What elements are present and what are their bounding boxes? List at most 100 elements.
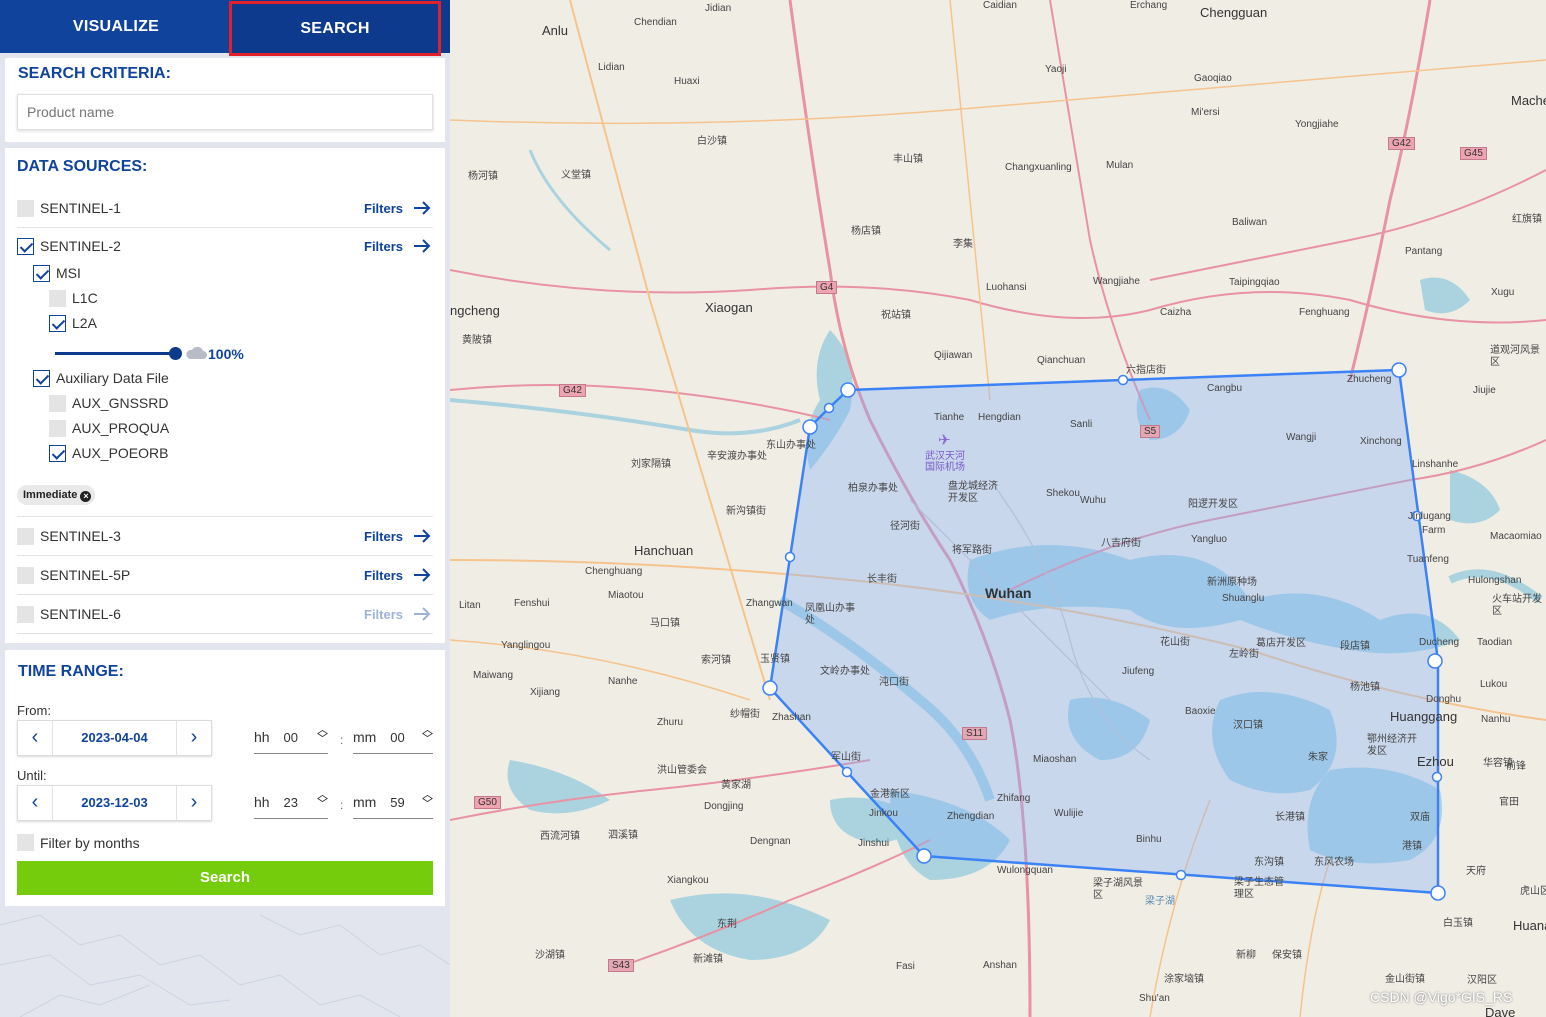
tab-visualize[interactable]: VISUALIZE bbox=[0, 0, 232, 53]
map-label-miaotou: Miaotou bbox=[608, 590, 644, 601]
sentinel-2-checkbox[interactable] bbox=[17, 238, 34, 255]
map-label-xijiang: Xijiang bbox=[530, 687, 561, 698]
map-label-tianfu: 天府 bbox=[1466, 866, 1486, 877]
until-hour-input[interactable]: hh 23 ︿ ﹀ bbox=[254, 790, 328, 819]
map-label-junshan: 军山街 bbox=[831, 752, 861, 763]
map-label-yongjiahe: Yongjiahe bbox=[1295, 119, 1339, 130]
map-label-wuhu: Wuhu bbox=[1080, 495, 1106, 506]
from-minute-input[interactable]: mm 00 ︿ ﹀ bbox=[353, 725, 433, 754]
arrow-right-icon[interactable] bbox=[413, 529, 431, 543]
sentinel-2-filters-link[interactable]: Filters bbox=[364, 239, 403, 254]
data-sources-title: DATA SOURCES: bbox=[17, 158, 148, 175]
from-date-picker[interactable]: ‹ 2023-04-04 › bbox=[17, 720, 212, 756]
arrow-right-icon[interactable] bbox=[413, 201, 431, 215]
msi-checkbox[interactable] bbox=[33, 265, 50, 282]
sentinel-3-filters-link[interactable]: Filters bbox=[364, 529, 403, 544]
arrow-right-icon[interactable] bbox=[413, 239, 431, 253]
time-range-card: TIME RANGE: From: ‹ 2023-04-04 › hh 00 ︿… bbox=[5, 650, 445, 906]
map-label-dongjing-cn: 东荆 bbox=[717, 919, 737, 930]
source-row-sentinel-6: SENTINEL-6 Filters bbox=[17, 595, 433, 634]
airport-icon: ✈ bbox=[938, 432, 951, 449]
close-circle-icon[interactable]: × bbox=[80, 491, 92, 502]
map-label-mulan: Mulan bbox=[1106, 160, 1134, 171]
source-row-sentinel-1: SENTINEL-1 Filters bbox=[17, 189, 433, 228]
cloud-icon bbox=[186, 346, 207, 359]
cloud-cover-slider-handle[interactable] bbox=[169, 347, 182, 360]
aux-poeorb-checkbox[interactable] bbox=[49, 445, 66, 462]
map-label-zhuodao: 纱帽街 bbox=[730, 709, 760, 720]
filter-by-months-checkbox[interactable] bbox=[17, 834, 34, 851]
map-label-binhu: Binhu bbox=[1136, 834, 1162, 845]
map-label-zhucheng: Zhucheng bbox=[1347, 374, 1392, 385]
map-label-yiwan: 义堂镇 bbox=[561, 170, 591, 181]
map-label-baoan: 保安镇 bbox=[1272, 950, 1302, 961]
source-row-sentinel-5p: SENTINEL-5P Filters bbox=[17, 556, 433, 595]
sentinel-6-filters-link: Filters bbox=[364, 607, 404, 622]
map-label-huana: Huana bbox=[1513, 918, 1546, 933]
spinner-icon[interactable]: ︿ ﹀ bbox=[422, 725, 433, 745]
arrow-right-icon[interactable] bbox=[413, 568, 431, 582]
aux-data-file-label: Auxiliary Data File bbox=[56, 370, 169, 386]
map-label-lianhe: 梁子湖风景区 bbox=[1093, 878, 1143, 901]
aux-proqua-label: AUX_PROQUA bbox=[72, 420, 170, 436]
from-minute-value[interactable]: 00 bbox=[390, 730, 404, 745]
sentinel-5p-checkbox[interactable] bbox=[17, 567, 34, 584]
map-label-lukou: Lukou bbox=[1480, 679, 1508, 690]
spinner-icon[interactable]: ︿ ﹀ bbox=[317, 790, 328, 810]
aux-gnssrd-checkbox[interactable] bbox=[49, 395, 66, 412]
sentinel-6-checkbox[interactable] bbox=[17, 606, 34, 623]
map-label-siyu: 泗溪镇 bbox=[608, 830, 638, 841]
mm-label: mm bbox=[353, 729, 377, 745]
map-label-xihe: 西流河镇 bbox=[540, 831, 580, 842]
sentinel-3-checkbox[interactable] bbox=[17, 528, 34, 545]
chevron-left-icon[interactable]: ‹ bbox=[18, 721, 53, 755]
map-shield-s5: S5 bbox=[1140, 425, 1161, 438]
map-label-tuanfeng: Tuanfeng bbox=[1407, 554, 1449, 565]
until-label: Until: bbox=[17, 768, 47, 783]
from-date-value[interactable]: 2023-04-04 bbox=[53, 730, 176, 745]
immediate-chip[interactable]: Immediate × bbox=[17, 485, 96, 505]
product-name-input[interactable] bbox=[17, 94, 433, 130]
chevron-left-icon[interactable]: ‹ bbox=[18, 786, 53, 820]
map-label-yangxi: 杨池镇 bbox=[1350, 682, 1380, 693]
cloud-cover-slider[interactable] bbox=[55, 347, 182, 360]
map-label-nanhu: Nanhu bbox=[1481, 714, 1511, 725]
chevron-right-icon[interactable]: › bbox=[176, 721, 211, 755]
from-hour-value[interactable]: 00 bbox=[283, 730, 297, 745]
map-label-yangluo-cn: 汊口镇 bbox=[1233, 720, 1263, 731]
sentinel-3-label: SENTINEL-3 bbox=[40, 528, 121, 544]
map-shield-g50: G50 bbox=[474, 796, 501, 809]
spinner-icon[interactable]: ︿ ﹀ bbox=[317, 725, 328, 745]
map-label-dave: Dave bbox=[1485, 1005, 1516, 1017]
map-shield-g4: G4 bbox=[816, 281, 838, 294]
until-date-picker[interactable]: ‹ 2023-12-03 › bbox=[17, 785, 212, 821]
chevron-right-icon[interactable]: › bbox=[176, 786, 211, 820]
sentinel-1-checkbox[interactable] bbox=[17, 200, 34, 217]
map-view[interactable]: ✈ Wuhan Xiaogan Hanchuan Huanggang Ezhou… bbox=[450, 0, 1546, 1017]
map-label-linshanhe: Linshanhe bbox=[1412, 459, 1459, 470]
until-date-value[interactable]: 2023-12-03 bbox=[53, 795, 176, 810]
from-label: From: bbox=[17, 703, 51, 718]
sentinel-5p-filters-link[interactable]: Filters bbox=[364, 568, 403, 583]
until-minute-value[interactable]: 59 bbox=[390, 795, 404, 810]
l2a-checkbox[interactable] bbox=[49, 315, 66, 332]
map-label-ducheng: Ducheng bbox=[1419, 637, 1460, 648]
aux-proqua-checkbox[interactable] bbox=[49, 420, 66, 437]
map-label-gangzha: 港镇 bbox=[1402, 841, 1422, 852]
map-label-miersi: Mi'ersi bbox=[1191, 107, 1220, 118]
map-label-mache: Mache bbox=[1511, 93, 1546, 108]
search-button[interactable]: Search bbox=[17, 861, 433, 895]
sentinel-6-label: SENTINEL-6 bbox=[40, 606, 121, 622]
map-label-shuan: Shu'an bbox=[1139, 993, 1170, 1004]
from-hour-input[interactable]: hh 00 ︿ ﹀ bbox=[254, 725, 328, 754]
map-label-shahu: 沙湖镇 bbox=[535, 950, 565, 961]
time-separator: : bbox=[340, 798, 344, 812]
until-hour-value[interactable]: 23 bbox=[283, 795, 297, 810]
spinner-icon[interactable]: ︿ ﹀ bbox=[422, 790, 433, 810]
sentinel-1-filters-link[interactable]: Filters bbox=[364, 201, 403, 216]
map-label-chenghuang: Chenghuang bbox=[585, 566, 643, 577]
l1c-checkbox[interactable] bbox=[49, 290, 66, 307]
aux-data-file-checkbox[interactable] bbox=[33, 370, 50, 387]
tab-search[interactable]: SEARCH bbox=[229, 1, 441, 56]
until-minute-input[interactable]: mm 59 ︿ ﹀ bbox=[353, 790, 433, 819]
